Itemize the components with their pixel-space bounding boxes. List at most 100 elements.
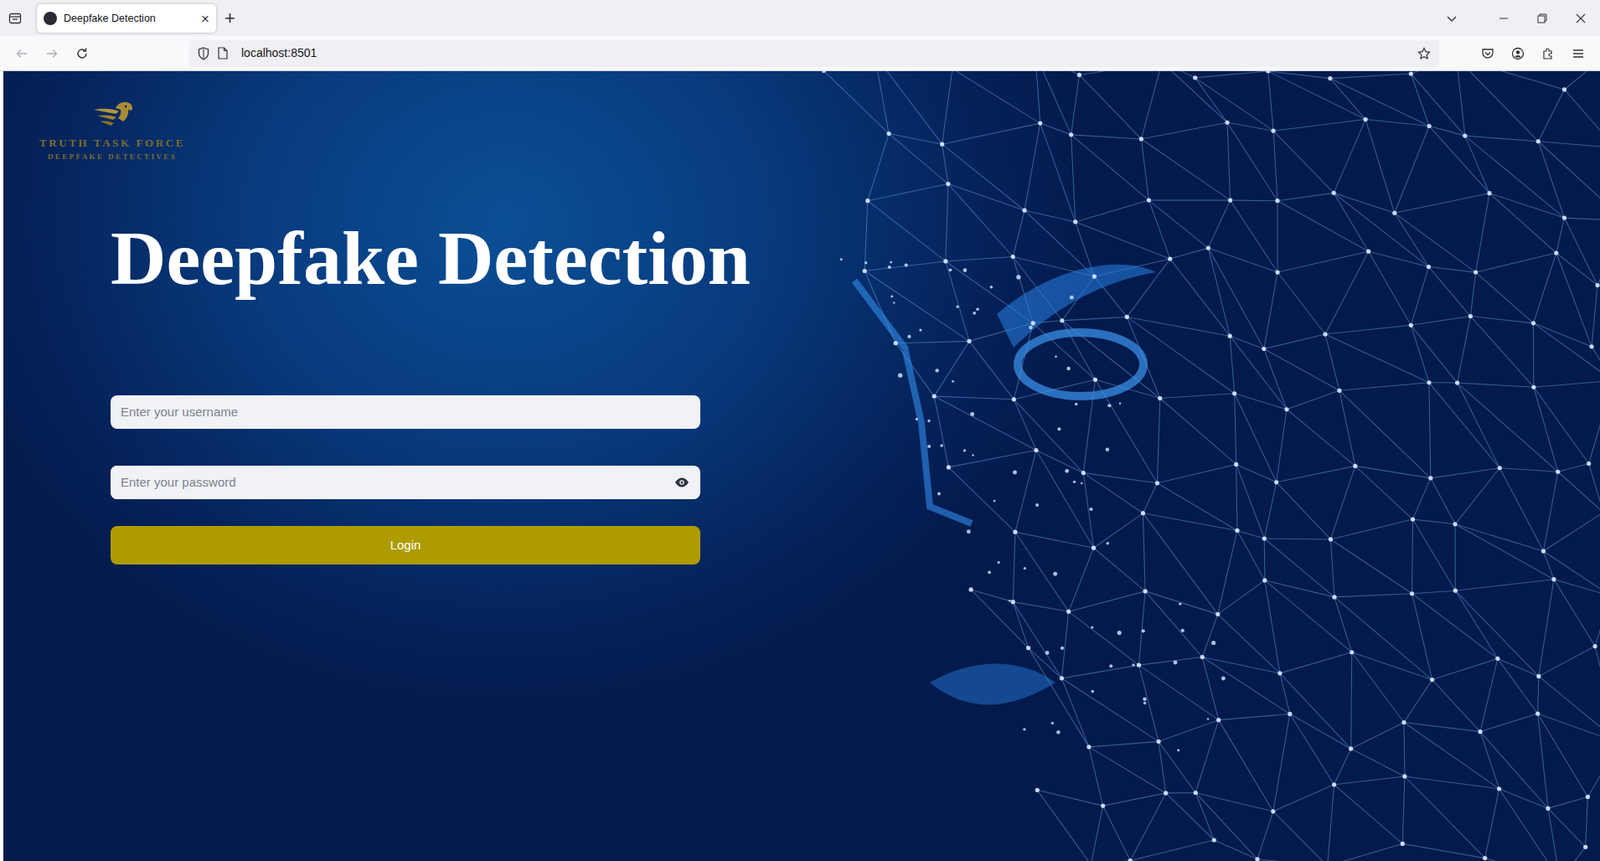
mesh-line <box>1024 123 1041 211</box>
mesh-sparkle <box>997 561 1001 564</box>
mesh-line <box>1040 123 1076 222</box>
mesh-line <box>1236 464 1265 539</box>
mesh-dot <box>1073 219 1078 224</box>
tab-label[interactable]: Deepfake Detection <box>63 10 195 27</box>
page-icon[interactable] <box>217 46 238 60</box>
mesh-line <box>1365 119 1395 214</box>
mesh-dot <box>1077 72 1082 78</box>
bookmark-star-icon[interactable] <box>1417 46 1431 61</box>
forward-icon[interactable] <box>36 40 68 68</box>
mesh-line <box>1035 71 1080 75</box>
mesh-line <box>1142 483 1157 514</box>
mesh-line <box>1456 71 1466 136</box>
mesh-line <box>1334 593 1413 598</box>
shield-icon[interactable] <box>197 46 218 61</box>
minimize-icon[interactable] <box>1484 0 1523 37</box>
mesh-dot <box>1562 87 1567 92</box>
mesh-sparkle <box>1045 650 1050 656</box>
password-field[interactable] <box>110 465 701 500</box>
mesh-line <box>1497 658 1539 714</box>
mesh-line <box>1037 789 1091 861</box>
mesh-line <box>1139 657 1203 666</box>
mesh-line <box>1403 722 1405 777</box>
mesh-sparkle <box>1178 602 1182 605</box>
mesh-line <box>1024 210 1076 222</box>
mesh-line <box>1454 524 1456 591</box>
menu-icon[interactable] <box>1563 40 1594 68</box>
mesh-line <box>1410 316 1471 326</box>
browser-tab[interactable]: Deepfake Detection × <box>36 4 217 33</box>
mesh-line <box>1230 200 1278 202</box>
mesh-line <box>1330 78 1366 120</box>
new-tab-button[interactable]: + <box>216 9 244 28</box>
mesh-sparkle <box>1117 630 1122 635</box>
mesh-line <box>1264 348 1287 409</box>
mesh-dot <box>1270 809 1275 814</box>
back-icon[interactable] <box>6 40 37 68</box>
address-bar[interactable]: localhost:8501 <box>189 40 1440 68</box>
mesh-sparkle <box>840 258 843 261</box>
mesh-line <box>1015 450 1037 533</box>
mesh-line <box>1410 325 1430 382</box>
site-favicon-icon <box>43 11 57 26</box>
mesh-sparkle <box>1106 541 1110 545</box>
mesh-line <box>1339 382 1430 392</box>
mesh-line <box>1227 122 1231 201</box>
mesh-line <box>1334 776 1405 785</box>
tab-list-icon[interactable] <box>1432 0 1471 37</box>
mesh-dot <box>1011 254 1016 259</box>
address-text[interactable]: localhost:8501 <box>241 44 317 62</box>
mesh-line <box>1432 658 1498 680</box>
extensions-icon[interactable] <box>1532 40 1564 68</box>
mesh-dot <box>1410 516 1415 522</box>
mesh-line <box>864 261 946 272</box>
pocket-icon[interactable] <box>1472 40 1503 68</box>
mesh-line <box>1485 858 1561 861</box>
mesh-dot <box>1349 650 1354 655</box>
mesh-line <box>1257 811 1274 860</box>
mesh-dot <box>1583 845 1588 850</box>
mesh-line <box>1195 77 1274 131</box>
mesh-sparkle <box>1181 629 1185 633</box>
mesh-line <box>1264 272 1278 349</box>
mesh-dot <box>1254 856 1260 861</box>
mesh-sparkle <box>1057 427 1061 431</box>
password-input[interactable] <box>110 465 664 500</box>
mesh-line <box>934 396 949 468</box>
mesh-sparkle <box>1109 664 1113 668</box>
mesh-dot <box>1011 599 1016 604</box>
tab-close-button[interactable]: × <box>201 11 210 26</box>
mesh-line <box>1476 252 1557 273</box>
username-input[interactable] <box>110 395 701 429</box>
mesh-line <box>1558 464 1590 473</box>
mesh-dot <box>1100 804 1105 809</box>
mesh-dot <box>1497 465 1502 470</box>
mesh-line <box>1277 272 1326 335</box>
close-window-icon[interactable] <box>1561 0 1600 37</box>
firefox-view-icon[interactable] <box>0 0 31 37</box>
restore-icon[interactable] <box>1522 0 1562 37</box>
mesh-dot <box>1086 744 1091 749</box>
mesh-line <box>1455 468 1500 525</box>
mesh-dot <box>1026 645 1031 651</box>
mesh-sparkle <box>1008 599 1012 603</box>
mesh-line <box>1229 335 1287 410</box>
mesh-line <box>1429 381 1458 383</box>
reload-icon[interactable] <box>67 40 98 68</box>
mesh-line <box>1465 135 1565 218</box>
mesh-dot <box>1453 588 1458 594</box>
mesh-line <box>1140 139 1149 201</box>
show-password-eye-icon[interactable] <box>663 477 701 488</box>
logo: TRUTH TASK FORCE DEEPFAKE DETECTIVES <box>3 71 205 163</box>
mesh-line <box>1429 126 1490 194</box>
login-button[interactable]: Login <box>110 526 701 565</box>
mesh-dot <box>1125 314 1130 320</box>
mesh-dot <box>1545 806 1550 811</box>
mesh-dot <box>1193 790 1198 795</box>
mesh-dot <box>1536 674 1541 679</box>
mesh-dot <box>1477 729 1482 734</box>
mesh-line <box>1538 141 1600 149</box>
mesh-line <box>1480 658 1498 732</box>
account-icon[interactable] <box>1502 40 1533 68</box>
mesh-line <box>1234 393 1277 483</box>
